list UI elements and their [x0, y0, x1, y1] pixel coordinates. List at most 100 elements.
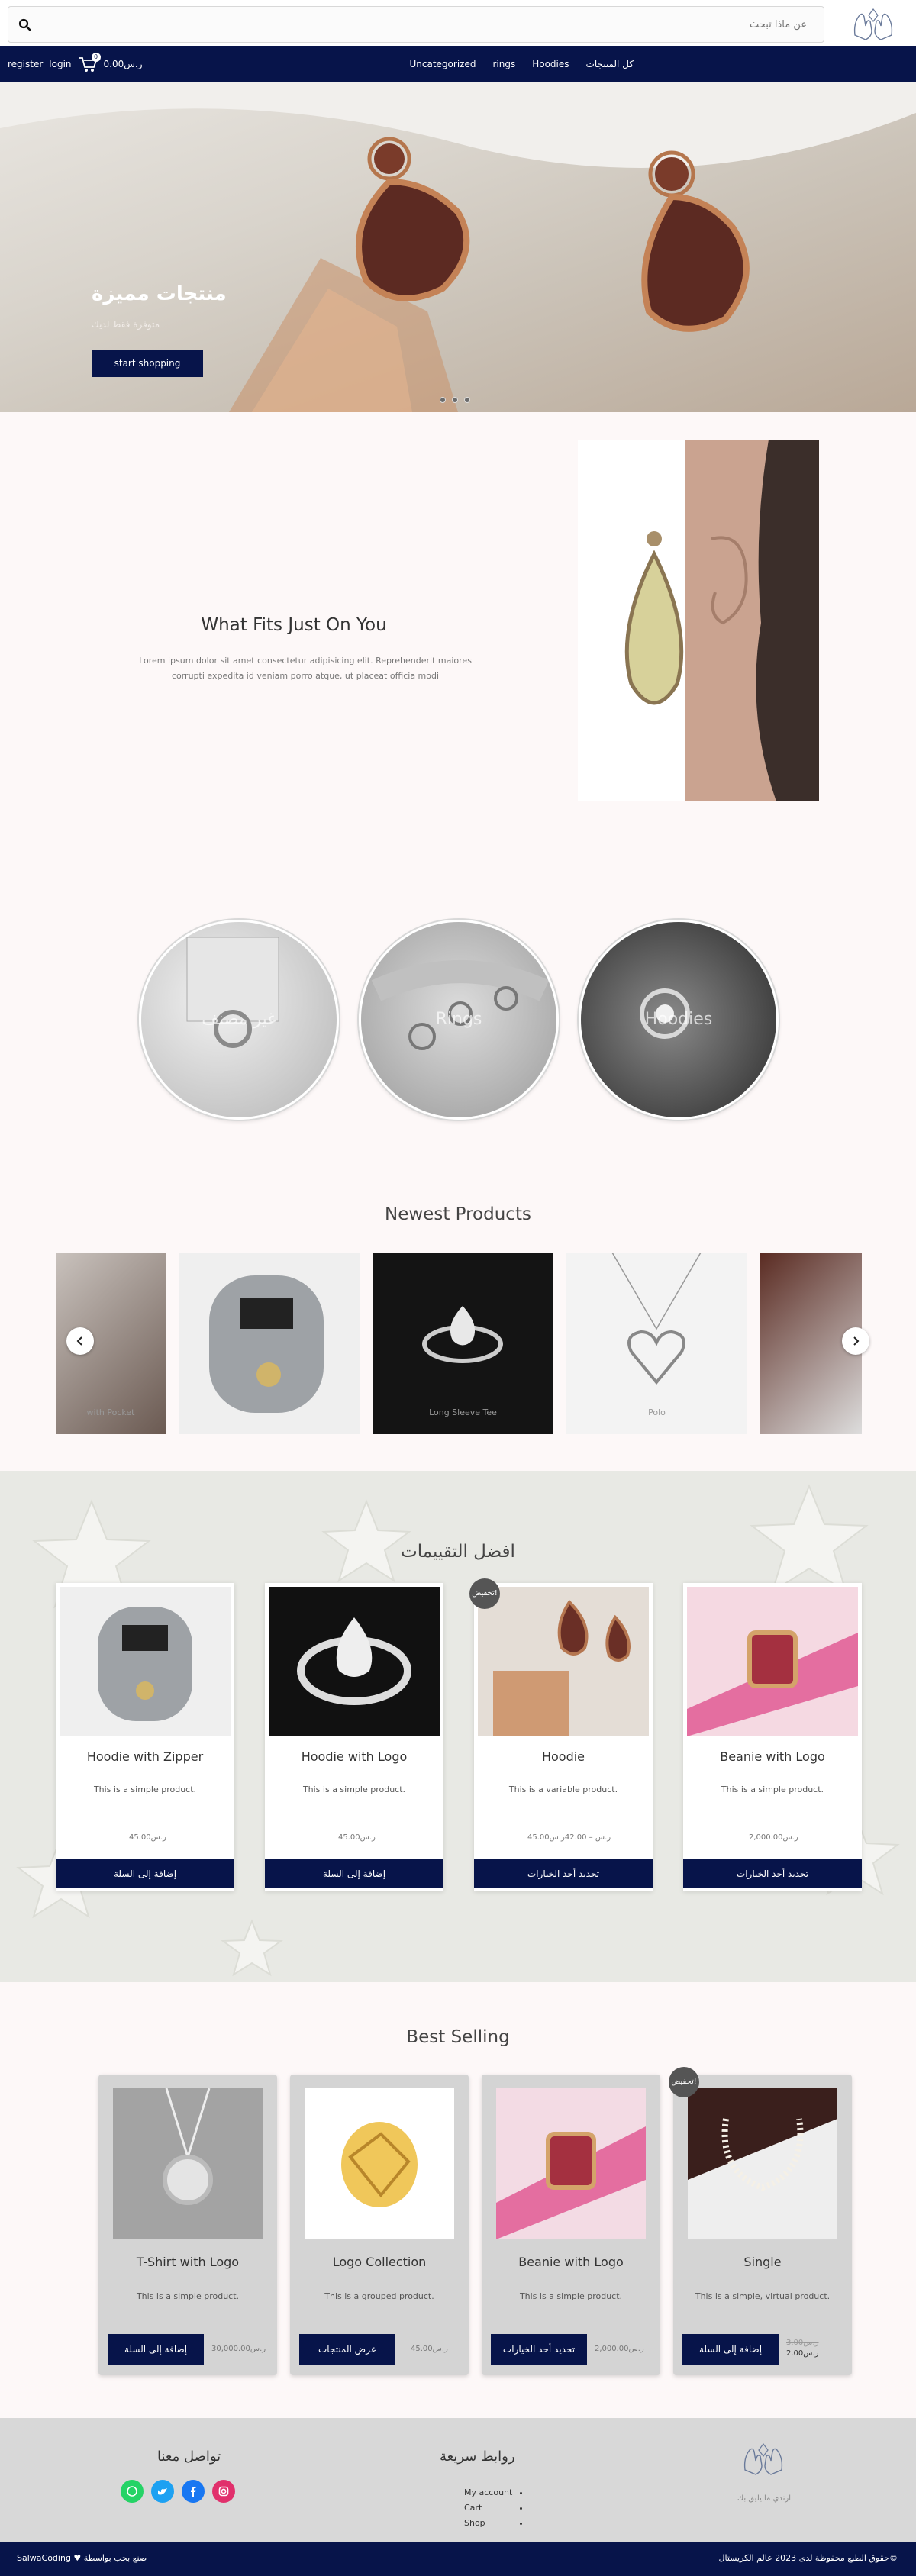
nav-item-all-products[interactable]: كل المنتجات — [586, 59, 634, 69]
newest-product-card[interactable] — [179, 1253, 360, 1434]
newest-product-card[interactable]: Long Sleeve Tee — [373, 1253, 553, 1434]
product-price: 45.00ر.س — [129, 1833, 166, 1842]
view-products-button[interactable]: عرض المنتجات — [299, 2334, 395, 2365]
instagram-icon[interactable] — [212, 2480, 235, 2503]
footer-link-cart[interactable]: Cart — [464, 2500, 512, 2516]
top-bar — [0, 0, 916, 46]
search-input[interactable] — [44, 7, 814, 42]
product-price: 2.00ر.س — [786, 2349, 819, 2358]
footer-link-my-account[interactable]: My account — [464, 2485, 512, 2500]
product-card[interactable]: Beanie with Logo This is a simple produc… — [683, 1583, 862, 1891]
product-price: 45.00ر.س – 42.00ر.س — [527, 1833, 611, 1842]
select-options-button[interactable]: تحديد أحد الخيارات — [683, 1859, 862, 1888]
footer-tagline: ارتدي ما يليق بك — [737, 2494, 792, 2503]
search-box — [8, 6, 824, 43]
sale-badge: تخفيض! — [669, 2067, 699, 2097]
category-uncategorized[interactable]: غير مصنف — [139, 920, 339, 1120]
social-links — [121, 2480, 235, 2503]
nav-item-uncategorized[interactable]: Uncategorized — [410, 59, 476, 69]
top-rated-title: افضل التقييمات — [401, 1542, 515, 1562]
product-title[interactable]: T-Shirt with Logo — [98, 2255, 277, 2269]
bottom-bar: صنع بحب بواسطة ♥ SalwaCoding ©حقوق الطبع… — [0, 2542, 916, 2576]
product-price: 45.00ر.س — [411, 2345, 448, 2353]
hero-subtitle: متوفرة فقط لديك — [92, 319, 160, 330]
product-card[interactable]: Hoodie with Zipper This is a simple prod… — [56, 1583, 234, 1891]
product-card[interactable]: T-Shirt with Logo This is a simple produ… — [98, 2075, 277, 2375]
category-hoodies[interactable]: Hoodies — [579, 920, 779, 1120]
product-card[interactable]: Beanie with Logo This is a simple produc… — [482, 2075, 660, 2375]
sale-badge: تخفيض! — [469, 1578, 500, 1609]
product-title[interactable]: Beanie with Logo — [482, 2255, 660, 2269]
product-title[interactable]: Hoodie — [474, 1749, 653, 1764]
category-rings[interactable]: Rings — [359, 920, 559, 1120]
product-title[interactable]: Hoodie with Zipper — [56, 1749, 234, 1764]
fits-title: What Fits Just On You — [201, 615, 387, 635]
carousel-prev-button[interactable] — [66, 1327, 94, 1355]
product-title[interactable]: Hoodie with Logo — [265, 1749, 443, 1764]
slider-dot[interactable] — [440, 397, 446, 403]
add-to-cart-button[interactable]: إضافة إلى السلة — [108, 2334, 204, 2365]
product-price: 2,000.00ر.س — [749, 1833, 798, 1842]
product-image — [496, 2088, 646, 2239]
whatsapp-icon[interactable] — [121, 2480, 144, 2503]
nav-menu: Uncategorized rings Hoodies كل المنتجات — [410, 46, 634, 82]
cart-icon[interactable]: 0 — [78, 53, 101, 74]
carousel-next-button[interactable] — [842, 1327, 869, 1355]
product-title[interactable]: Beanie with Logo — [683, 1749, 862, 1764]
product-description: This is a grouped product. — [324, 2291, 434, 2301]
product-card[interactable]: Hoodie with Logo This is a simple produc… — [265, 1583, 443, 1891]
category-label: غير مصنف — [202, 1010, 276, 1029]
login-link[interactable]: login — [49, 59, 71, 69]
chevron-left-icon — [76, 1336, 82, 1346]
product-image — [113, 2088, 263, 2239]
product-image — [478, 1587, 649, 1736]
product-old-price: 3.00ر.س — [786, 2339, 819, 2347]
product-card[interactable]: تخفيض! Single This is a simple, virtual … — [669, 2067, 852, 2375]
product-description: This is a variable product. — [508, 1785, 618, 1794]
product-label: with Pocket — [86, 1407, 135, 1417]
made-by-text: صنع بحب بواسطة ♥ SalwaCoding — [17, 2553, 147, 2563]
earring-ear-image — [578, 440, 819, 801]
select-options-button[interactable]: تحديد أحد الخيارات — [474, 1859, 653, 1888]
product-description: This is a simple product. — [721, 1785, 824, 1794]
copyright-text: ©حقوق الطبع محفوظة لدى 2023 عالم الكريست… — [718, 2553, 898, 2563]
cart-total[interactable]: 0.00ر.س — [104, 59, 143, 69]
footer-link-shop[interactable]: Shop — [464, 2516, 512, 2531]
product-image — [688, 2088, 837, 2239]
product-title[interactable]: Logo Collection — [290, 2255, 469, 2269]
slider-dot[interactable] — [452, 397, 458, 403]
product-description: This is a simple product. — [136, 2291, 240, 2301]
slider-dot[interactable] — [464, 397, 470, 403]
twitter-icon[interactable] — [151, 2480, 174, 2503]
add-to-cart-button[interactable]: إضافة إلى السلة — [265, 1859, 443, 1888]
facebook-icon[interactable] — [182, 2480, 205, 2503]
nav-item-rings[interactable]: rings — [492, 59, 515, 69]
register-link[interactable]: register — [8, 59, 43, 69]
product-label: Long Sleeve Tee — [429, 1407, 497, 1417]
chevron-right-icon — [853, 1336, 860, 1346]
product-price: 45.00ر.س — [338, 1833, 376, 1842]
category-label: Rings — [435, 1010, 482, 1029]
hero-slider: منتجات مميزة متوفرة فقط لديك start shopp… — [0, 82, 916, 412]
hands-logo[interactable] — [849, 5, 898, 44]
product-title[interactable]: Single — [673, 2255, 852, 2269]
best-selling-title: Best Selling — [406, 2027, 510, 2047]
quick-links-title: روابط سريعة — [440, 2449, 515, 2465]
product-card[interactable]: تخفيض! Hoodie This is a variable product… — [469, 1578, 653, 1891]
hero-title: منتجات مميزة — [92, 282, 227, 305]
start-shopping-button[interactable]: start shopping — [92, 350, 203, 377]
add-to-cart-button[interactable]: إضافة إلى السلة — [56, 1859, 234, 1888]
product-price: 30,000.00ر.س — [211, 2345, 266, 2353]
product-description: This is a simple, virtual product. — [695, 2291, 831, 2301]
select-options-button[interactable]: تحديد أحد الخيارات — [491, 2334, 587, 2365]
cart-count-badge: 0 — [91, 53, 101, 62]
product-price: 2,000.00ر.س — [595, 2345, 644, 2353]
page: register login 0 0.00ر.س Uncategorized r… — [0, 0, 916, 2576]
product-card[interactable]: Logo Collection This is a grouped produc… — [290, 2075, 469, 2375]
footer-logo — [739, 2439, 788, 2479]
add-to-cart-button[interactable]: إضافة إلى السلة — [682, 2334, 779, 2365]
newest-product-card[interactable]: Polo — [566, 1253, 747, 1434]
account-links: register login 0 0.00ر.س — [8, 46, 143, 82]
search-icon[interactable] — [18, 18, 33, 33]
nav-item-hoodies[interactable]: Hoodies — [532, 59, 569, 69]
